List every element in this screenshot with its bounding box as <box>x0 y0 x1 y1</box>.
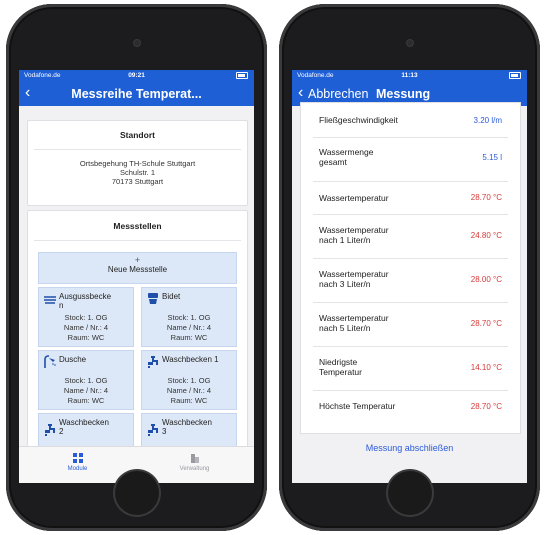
status-bar: Vodafone.de 09:21 <box>19 70 254 82</box>
tile-info: Stock: 1. OG Name / Nr.: 4 Raum: WC <box>39 313 133 343</box>
tile-info: Stock: 1. OG Name / Nr.: 4 Raum: WC <box>142 313 236 343</box>
finish-measurement-button[interactable]: Messung abschließen <box>292 443 527 453</box>
row-niedrigste-temperatur: Niedrigste Temperatur 14.10 °C <box>313 346 508 391</box>
sink-basin-icon <box>44 296 56 304</box>
tile-name: Waschbecken 3 <box>162 418 212 436</box>
tile-stock: Stock: 1. OG <box>167 313 211 322</box>
address-line-1: Ortsbegehung TH-Schule Stuttgart <box>79 159 196 168</box>
messstellen-card: Messstellen + Neue Messstelle Ausgussbec… <box>27 210 248 452</box>
tile-name: Bidet <box>162 292 181 301</box>
row-label: Wassermenge gesamt <box>319 147 374 167</box>
tile-nr: Name / Nr.: 4 <box>63 386 109 395</box>
row-value: 24.80 °C <box>470 231 502 240</box>
tile-waschbecken-1[interactable]: Waschbecken 1 Stock: 1. OG Name / Nr.: 4… <box>141 350 237 410</box>
cancel-button[interactable]: Abbrechen <box>308 87 368 101</box>
modules-grid-icon <box>72 453 83 463</box>
new-messstelle-label: Neue Messstelle <box>107 265 168 274</box>
battery-icon <box>509 72 521 79</box>
tile-raum: Raum: WC <box>67 333 105 342</box>
building-icon <box>190 454 199 463</box>
row-label: Wassertemperatur <box>319 193 389 203</box>
row-value: 28.70 °C <box>470 319 502 328</box>
row-temp-1-liter: Wassertemperatur nach 1 Liter/n 24.80 °C <box>313 214 508 259</box>
tile-ausgussbecken[interactable]: Ausgussbecke n Stock: 1. OG Name / Nr.: … <box>38 287 134 347</box>
page-title: Messung <box>376 87 431 101</box>
tab-verwaltung[interactable]: Verwaltung <box>136 453 253 472</box>
measurement-list: Fließgeschwindigkeit 3.20 l/m Wassermeng… <box>300 102 521 434</box>
tile-info: Stock: 1. OG Name / Nr.: 4 Raum: WC <box>39 376 133 406</box>
phone-right: Vodafone.de 11:13 ‹ Abbrechen Messung Fl… <box>279 4 540 531</box>
home-button[interactable] <box>114 471 159 515</box>
row-label: Wassertemperatur nach 3 Liter/n <box>319 269 389 289</box>
row-value: 5.15 l <box>482 153 502 162</box>
tab-verwaltung-label: Verwaltung <box>179 466 210 472</box>
home-button[interactable] <box>387 471 432 515</box>
phone-left: Vodafone.de 09:21 ‹ Messreihe Temperat..… <box>6 4 267 531</box>
row-fliessgeschwindigkeit: Fließgeschwindigkeit 3.20 l/m <box>313 103 508 138</box>
tile-bidet[interactable]: Bidet Stock: 1. OG Name / Nr.: 4 Raum: W… <box>141 287 237 347</box>
screen-left: Vodafone.de 09:21 ‹ Messreihe Temperat..… <box>19 70 254 483</box>
tile-name: Dusche <box>59 355 87 364</box>
battery-icon <box>236 72 248 79</box>
new-messstelle-button[interactable]: + Neue Messstelle <box>38 252 237 284</box>
divider <box>34 149 241 150</box>
row-label: Fließgeschwindigkeit <box>319 115 398 125</box>
row-label: Wassertemperatur nach 1 Liter/n <box>319 225 389 245</box>
screen-right: Vodafone.de 11:13 ‹ Abbrechen Messung Fl… <box>292 70 527 483</box>
nav-bar: ‹ Messreihe Temperat... <box>19 82 254 106</box>
divider <box>34 240 241 241</box>
bidet-icon <box>148 293 158 304</box>
address-line-2: Schulstr. 1 <box>119 168 156 177</box>
row-hoechste-temperatur: Höchste Temperatur 28.70 °C <box>313 390 508 433</box>
tile-nr: Name / Nr.: 4 <box>166 386 212 395</box>
tile-name: Ausgussbecke n <box>59 292 112 310</box>
tile-stock: Stock: 1. OG <box>167 376 211 385</box>
tile-raum: Raum: WC <box>67 396 105 405</box>
faucet-icon <box>45 424 55 436</box>
row-value: 28.00 °C <box>470 275 502 284</box>
tile-stock: Stock: 1. OG <box>64 313 108 322</box>
page-title: Messreihe Temperat... <box>71 87 202 101</box>
status-time: 09:21 <box>128 72 145 79</box>
tile-dusche[interactable]: Dusche Stock: 1. OG Name / Nr.: 4 Raum: … <box>38 350 134 410</box>
tab-module-label: Module <box>67 466 88 472</box>
row-label: Höchste Temperatur <box>319 401 396 411</box>
row-temp-5-liter: Wassertemperatur nach 5 Liter/n 28.70 °C <box>313 302 508 347</box>
faucet-icon <box>148 356 158 368</box>
phone-speaker <box>406 40 413 46</box>
tile-nr: Name / Nr.: 4 <box>63 323 109 332</box>
back-chevron-icon[interactable]: ‹ <box>298 85 303 101</box>
status-time: 11:13 <box>401 72 418 79</box>
phone-speaker <box>133 40 140 46</box>
tab-module[interactable]: Module <box>19 453 136 472</box>
tile-info: Stock: 1. OG Name / Nr.: 4 Raum: WC <box>142 376 236 406</box>
tile-raum: Raum: WC <box>170 333 208 342</box>
tile-raum: Raum: WC <box>170 396 208 405</box>
messstellen-title: Messstellen <box>113 221 162 231</box>
row-value: 3.20 l/m <box>473 116 502 125</box>
row-value: 14.10 °C <box>470 363 502 372</box>
row-value: 28.70 °C <box>470 193 502 202</box>
tile-name: Waschbecken 1 <box>162 355 219 364</box>
tile-nr: Name / Nr.: 4 <box>166 323 212 332</box>
plus-icon: + <box>134 255 141 265</box>
row-temp-3-liter: Wassertemperatur nach 3 Liter/n 28.00 °C <box>313 258 508 303</box>
status-bar: Vodafone.de 11:13 <box>292 70 527 82</box>
standort-title: Standort <box>120 130 155 140</box>
row-label: Niedrigste Temperatur <box>319 357 362 377</box>
row-label: Wassertemperatur nach 5 Liter/n <box>319 313 389 333</box>
tile-name: Waschbecken 2 <box>59 418 109 436</box>
tile-stock: Stock: 1. OG <box>64 376 108 385</box>
row-wassermenge: Wassermenge gesamt 5.15 l <box>313 137 508 182</box>
faucet-icon <box>148 424 158 436</box>
standort-card: Standort Ortsbegehung TH-Schule Stuttgar… <box>27 120 248 206</box>
shower-icon <box>44 355 56 368</box>
address-line-3: 70173 Stuttgart <box>111 177 164 186</box>
row-value: 28.70 °C <box>470 402 502 411</box>
row-wassertemperatur: Wassertemperatur 28.70 °C <box>313 181 508 215</box>
